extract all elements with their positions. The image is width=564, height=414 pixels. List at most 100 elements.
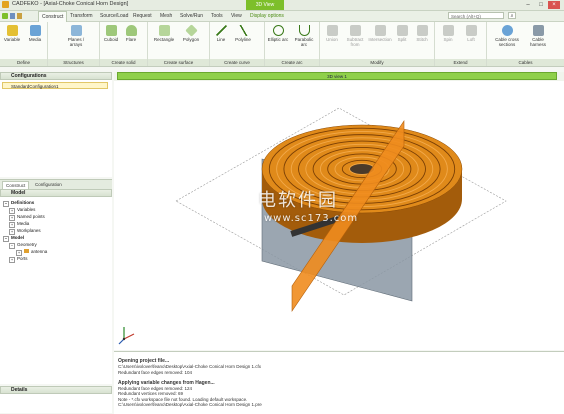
close-icon[interactable]: × [548,1,560,9]
tab-tools[interactable]: Tools [208,11,226,21]
group-label-create-arc: Create arc [265,59,319,66]
subtract-icon [349,25,361,36]
message-log-lines: Opening project file... C:\Users\ivxlover… [114,352,564,408]
intersection-button[interactable]: Intersection [368,25,392,42]
variable-button[interactable]: Variable [2,25,22,42]
tree-node-variables[interactable]: + Variables [0,206,112,214]
subtract-from-button[interactable]: Subtract from [343,25,367,47]
loft-button[interactable]: Loft [461,25,481,42]
split-icon [396,25,408,36]
group-extend: Spin Loft Extend [435,22,487,66]
search-icon[interactable]: ⌕ [508,12,516,19]
cuboid-button[interactable]: Cuboid [101,25,121,42]
group-create-arc: Elliptic arc Parabolic arc Create arc [265,22,320,66]
group-cables: Cable cross sections Cable harness Cable… [487,22,564,66]
group-structures: Planes / arrays Structures [48,22,100,66]
tree-node-ports[interactable]: + Ports [0,255,112,263]
union-button[interactable]: Union [322,25,342,42]
cable-cross-sections-button[interactable]: Cable cross sections [491,25,523,47]
tree-node-media[interactable]: + Media [0,220,112,228]
model-tree-header: Model [0,189,112,197]
group-create-solid: Cuboid Flare Create solid [100,22,148,66]
line-button[interactable]: Line [212,25,230,42]
configuration-item[interactable]: StandardConfiguration1 [2,82,108,89]
stitch-button[interactable]: Stitch [412,25,432,42]
rectangle-button[interactable]: Rectangle [151,25,177,42]
details-panel [0,394,112,413]
spin-icon [442,25,454,36]
minimize-icon[interactable]: – [522,1,534,9]
3d-viewport[interactable]: 电软件园 www.sc173.com [114,81,564,350]
tab-view[interactable]: View [228,11,245,21]
parabolic-arc-button[interactable]: Parabolic arc [291,25,317,47]
parabolic-arc-icon [298,25,310,36]
axes-triad [118,327,135,345]
group-label-define: Define [0,59,47,66]
flare-button[interactable]: Flare [122,25,140,42]
tree-node-geometry[interactable]: − Geometry [0,241,112,249]
polyline-icon [237,25,249,36]
log-line: C:\Users\ivxlover\feano\Desktop\Axial-Ch… [118,402,262,408]
group-define: Variable Media Define [0,22,48,66]
rectangle-icon [158,25,170,36]
tree-node-definitions[interactable]: − Definitions [0,199,112,207]
polygon-icon [184,24,198,37]
panel-tabs: Construct Configuration [0,179,112,190]
configurations-header: Configurations [0,72,112,80]
ribbon: Variable Media Define Planes / arrays St… [0,22,564,67]
message-log: Opening project file... C:\Users\ivxlover… [114,351,564,414]
group-label-create-surface: Create surface [148,59,209,66]
tab-configuration-tree[interactable]: Configuration [32,181,65,189]
group-label-modify: Modify [320,59,434,66]
elliptic-arc-button[interactable]: Elliptic arc [267,25,289,42]
line-icon [215,25,227,36]
tab-solve-run[interactable]: Solve/Run [177,11,206,21]
undo-icon[interactable] [17,13,22,19]
save-icon[interactable] [10,13,15,19]
cable-harness-button[interactable]: Cable harness [525,25,551,47]
tab-transform[interactable]: Transform [67,11,96,21]
tab-request[interactable]: Request [130,11,155,21]
media-icon [29,25,41,36]
tab-mesh[interactable]: Mesh [157,11,175,21]
collapse-icon[interactable]: − [9,242,15,249]
context-tab-3d-view[interactable]: 3D View [246,0,284,10]
maximize-icon[interactable]: □ [535,1,547,9]
watermark-title: 电软件园 [258,190,338,211]
details-header: Details [0,386,112,394]
part-icon [24,249,29,253]
tree-node-model[interactable]: − Model [0,234,112,242]
app-icon [2,1,9,8]
tab-construct[interactable]: Construct [38,11,68,22]
loft-icon [465,25,477,36]
polygon-button[interactable]: Polygon [178,24,204,42]
union-icon [326,25,338,36]
group-create-surface: Rectangle Polygon Create surface [148,22,210,66]
group-label-create-curve: Create curve [210,59,264,66]
cuboid-icon [105,25,117,36]
flare-icon [125,25,137,36]
group-label-extend: Extend [435,59,486,66]
expand-icon[interactable]: + [9,256,15,263]
file-menu-icon[interactable] [2,13,8,19]
media-button[interactable]: Media [24,25,46,42]
cable-harness-icon [532,25,544,36]
spin-button[interactable]: Spin [438,25,458,42]
tree-node-antenna[interactable]: + antenna [0,248,112,256]
split-button[interactable]: Split [393,25,411,42]
tab-display-options[interactable]: Display options [247,11,287,21]
polyline-button[interactable]: Polyline [232,25,254,42]
view-tab[interactable]: 3D view 1 [117,72,557,80]
group-create-curve: Line Polyline Create curve [210,22,265,66]
cable-cross-section-icon [501,25,513,36]
search-input[interactable]: Search (Alt+Q) [448,12,504,19]
intersection-icon [374,25,386,36]
watermark-url: www.sc173.com [264,213,359,224]
tree-node-workplanes[interactable]: + Workplanes [0,227,112,235]
tab-source-load[interactable]: Source/Load [97,11,131,21]
stitch-icon [416,25,428,36]
elliptic-arc-icon [272,25,284,36]
model-tree: − Definitions + Variables + Named points + M… [0,197,112,384]
planes-arrays-button[interactable]: Planes / arrays [64,25,88,47]
tree-node-named-points[interactable]: + Named points [0,213,112,221]
